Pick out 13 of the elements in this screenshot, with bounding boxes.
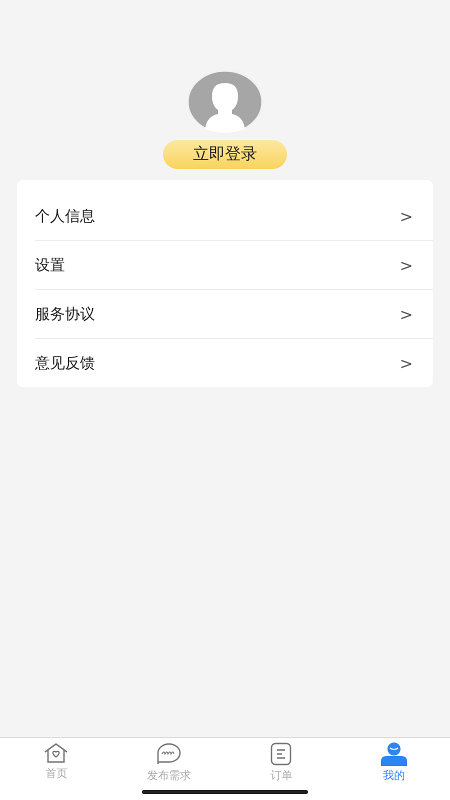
- chevron-icon: >: [400, 304, 413, 324]
- chevron-icon: >: [400, 206, 413, 226]
- chevron-icon: >: [400, 354, 413, 372]
- person-icon: [378, 742, 409, 766]
- avatar-icon: [187, 70, 263, 134]
- document-icon: [270, 742, 292, 766]
- chevron-icon: >: [400, 256, 413, 274]
- menu-item[interactable]: 意见反馈: [35, 354, 95, 372]
- login-button[interactable]: 立即登录: [163, 140, 287, 169]
- menu-item[interactable]: 设置: [35, 256, 65, 274]
- tab[interactable]: 我的: [338, 738, 450, 800]
- menu-item[interactable]: 个人信息: [35, 206, 95, 226]
- menu-item[interactable]: 服务协议: [35, 304, 95, 324]
